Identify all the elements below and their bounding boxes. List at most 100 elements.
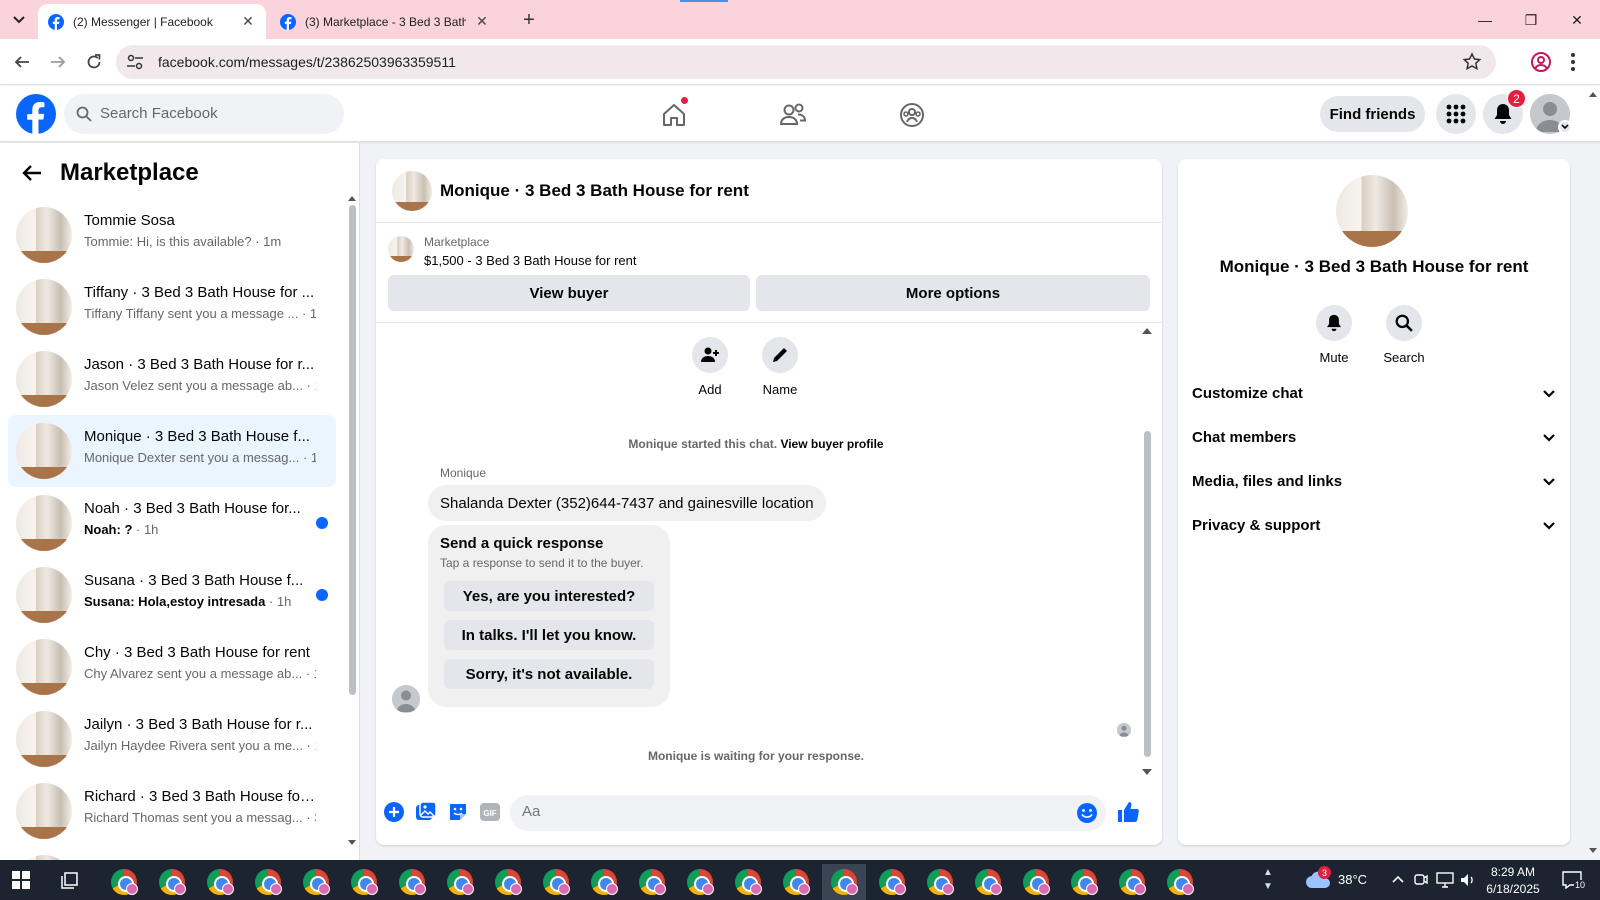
taskbar-chrome-window[interactable]: [582, 864, 626, 900]
scroll-up-arrow-icon[interactable]: [1142, 327, 1152, 334]
taskbar-chrome-window[interactable]: [678, 864, 722, 900]
temperature-text[interactable]: 38°C: [1338, 872, 1367, 887]
browser-profile-icon[interactable]: [1530, 51, 1552, 73]
section-chat-members[interactable]: Chat members: [1192, 417, 1556, 457]
sticker-button[interactable]: [446, 800, 470, 824]
scroll-down-arrow-icon[interactable]: [1142, 769, 1152, 776]
quick-response-in-talks[interactable]: In talks. I'll let you know.: [444, 620, 654, 650]
taskbar-chrome-window[interactable]: [198, 864, 242, 900]
like-send-button[interactable]: [1116, 800, 1140, 824]
volume-icon[interactable]: [1460, 872, 1476, 888]
tab-close-icon[interactable]: ✕: [240, 13, 256, 30]
listing-summary[interactable]: $1,500 - 3 Bed 3 Bath House for rent: [424, 253, 636, 268]
section-customize-chat[interactable]: Customize chat: [1192, 373, 1556, 413]
view-buyer-button[interactable]: View buyer: [388, 275, 750, 311]
account-menu-caret[interactable]: [1558, 120, 1572, 134]
browser-tab-marketplace[interactable]: (3) Marketplace - 3 Bed 3 Bath ✕: [270, 4, 500, 39]
taskbar-chrome-window[interactable]: [774, 864, 818, 900]
conversation-item[interactable]: Richard · 3 Bed 3 Bath House for... Richa…: [8, 775, 336, 847]
scroll-down-arrow-icon[interactable]: [348, 840, 356, 846]
nav-friends[interactable]: [773, 95, 813, 135]
quick-response-not-available[interactable]: Sorry, it's not available.: [444, 659, 654, 689]
show-hidden-icons-icon[interactable]: [1392, 874, 1404, 884]
clock-time[interactable]: 8:29 AM: [1478, 865, 1548, 879]
taskbar-chrome-window[interactable]: [630, 864, 674, 900]
listing-thumbnail[interactable]: [388, 236, 414, 262]
windows-start-icon[interactable]: [12, 871, 30, 889]
taskbar-chrome-window[interactable]: [294, 864, 338, 900]
taskbar-chrome-window[interactable]: [966, 864, 1010, 900]
conversation-item[interactable]: Tommie Sosa Tommie: Hi, is this available…: [8, 199, 336, 271]
chat-scroll-thumb[interactable]: [1144, 431, 1151, 757]
conversation-item[interactable]: Susana · 3 Bed 3 Bath House f... Susana: …: [8, 559, 336, 631]
restore-button[interactable]: ❐: [1516, 6, 1546, 34]
gif-button[interactable]: GIF: [478, 800, 502, 824]
conversation-item[interactable]: Monique · 3 Bed 3 Bath House f... Monique…: [8, 415, 336, 487]
mute-action[interactable]: Mute: [1304, 305, 1364, 365]
taskbar-chrome-window[interactable]: [534, 864, 578, 900]
taskbar-chrome-window[interactable]: [150, 864, 194, 900]
nav-groups[interactable]: [892, 95, 932, 135]
bookmark-star-icon[interactable]: [1462, 52, 1482, 72]
taskbar-chrome-window[interactable]: [342, 864, 386, 900]
new-tab-button[interactable]: +: [519, 9, 539, 31]
taskbar-chrome-window[interactable]: [870, 864, 914, 900]
add-person-action[interactable]: Add: [680, 337, 740, 397]
taskbar-chrome-window[interactable]: [918, 864, 962, 900]
reload-button[interactable]: [82, 50, 106, 74]
meet-now-icon[interactable]: [1414, 872, 1428, 888]
conversation-item[interactable]: Chy · 3 Bed 3 Bath House for rent Chy Alv…: [8, 631, 336, 703]
facebook-logo-icon[interactable]: [16, 94, 56, 134]
conversation-item[interactable]: Jason · 3 Bed 3 Bath House for r... Jason…: [8, 343, 336, 415]
find-friends-button[interactable]: Find friends: [1320, 96, 1425, 132]
address-bar[interactable]: facebook.com/messages/t/2386250396335951…: [116, 45, 1496, 79]
clock-date[interactable]: 6/18/2025: [1478, 882, 1548, 896]
nav-home[interactable]: [654, 95, 694, 135]
taskbar-chrome-window[interactable]: [486, 864, 530, 900]
browser-menu-icon[interactable]: [1570, 51, 1576, 73]
network-icon[interactable]: [1436, 872, 1454, 888]
conversation-item[interactable]: Dardan · 3 Bed 3 Bath House for...: [8, 847, 336, 860]
minimize-button[interactable]: —: [1470, 6, 1500, 34]
conversation-item[interactable]: Jailyn · 3 Bed 3 Bath House for r... Jail…: [8, 703, 336, 775]
back-arrow-icon[interactable]: [20, 161, 44, 185]
page-scroll-down-arrow[interactable]: [1588, 847, 1598, 855]
taskbar-chrome-window[interactable]: [822, 864, 866, 900]
chat-title[interactable]: Monique · 3 Bed 3 Bath House for rent: [440, 181, 749, 201]
quick-response-interested[interactable]: Yes, are you interested?: [444, 581, 654, 611]
browser-tab-messenger[interactable]: (2) Messenger | Facebook ✕: [38, 4, 266, 39]
more-actions-button[interactable]: [382, 800, 406, 824]
sidebar-scrollbar[interactable]: [348, 195, 356, 850]
chat-avatar[interactable]: [392, 171, 432, 211]
message-input[interactable]: [522, 803, 1052, 820]
taskbar-chrome-window[interactable]: [1062, 864, 1106, 900]
attach-photo-button[interactable]: [414, 800, 438, 824]
facebook-search-box[interactable]: Search Facebook: [64, 94, 344, 134]
section-privacy-support[interactable]: Privacy & support: [1192, 505, 1556, 545]
taskbar-app-scroll[interactable]: ▲ ▼: [1263, 866, 1273, 894]
taskbar-chrome-window[interactable]: [1110, 864, 1154, 900]
name-action[interactable]: Name: [750, 337, 810, 397]
forward-button[interactable]: [46, 50, 70, 74]
chat-scrollbar[interactable]: [1142, 327, 1152, 777]
sender-avatar[interactable]: [392, 685, 420, 713]
task-view-icon[interactable]: [60, 870, 80, 890]
taskbar-chrome-window[interactable]: [726, 864, 770, 900]
back-button[interactable]: [10, 50, 34, 74]
tab-search-menu-button[interactable]: [8, 9, 30, 31]
search-in-conversation-action[interactable]: Search: [1374, 305, 1434, 365]
conversation-item[interactable]: Noah · 3 Bed 3 Bath House for... Noah: ? …: [8, 487, 336, 559]
view-buyer-profile-link[interactable]: View buyer profile: [780, 437, 883, 451]
taskbar-chrome-window[interactable]: [438, 864, 482, 900]
taskbar-chrome-window[interactable]: [1014, 864, 1058, 900]
taskbar-chrome-window[interactable]: [1158, 864, 1202, 900]
tab-close-icon[interactable]: ✕: [474, 13, 490, 30]
taskbar-chrome-window[interactable]: [390, 864, 434, 900]
conversation-item[interactable]: Tiffany · 3 Bed 3 Bath House for ... Tiff…: [8, 271, 336, 343]
menu-grid-button[interactable]: [1436, 94, 1476, 134]
section-media-files-links[interactable]: Media, files and links: [1192, 461, 1556, 501]
page-scroll-up-arrow[interactable]: [1588, 90, 1598, 98]
close-window-button[interactable]: ✕: [1562, 6, 1592, 34]
emoji-icon[interactable]: [1076, 802, 1098, 824]
scroll-up-arrow-icon[interactable]: [348, 195, 356, 201]
